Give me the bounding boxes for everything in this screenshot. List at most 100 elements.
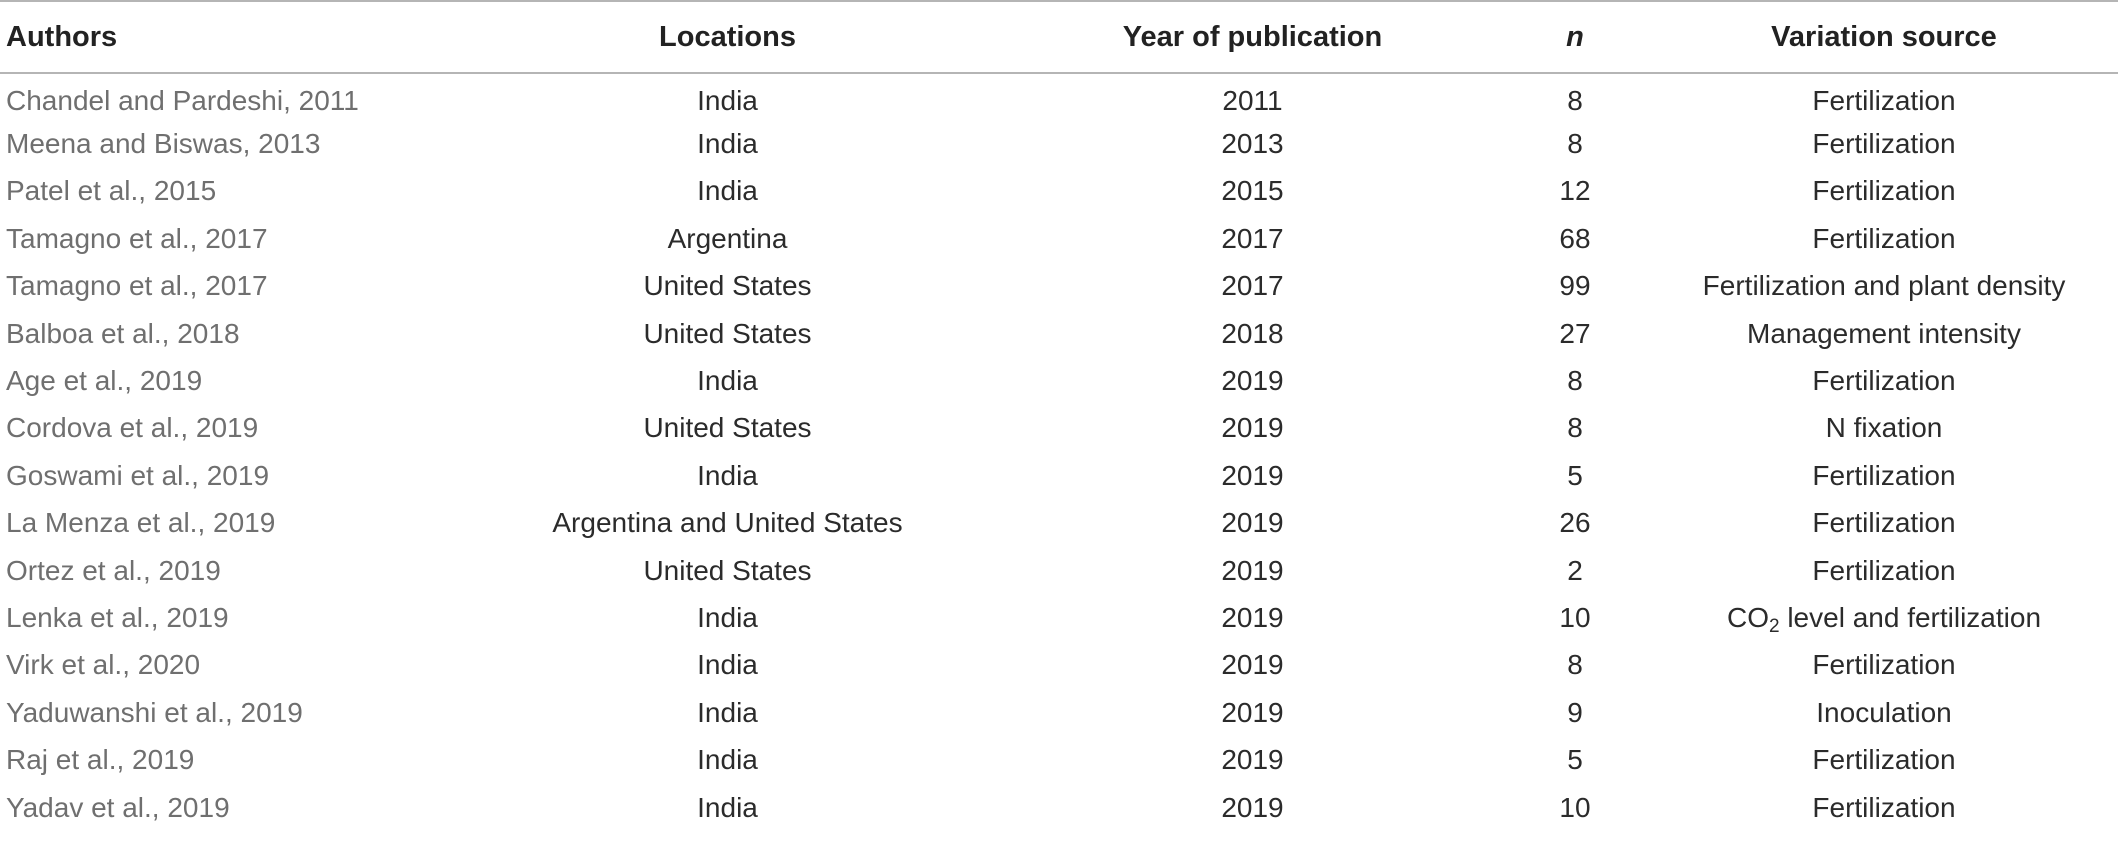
table-row: Age et al., 2019 India 2019 8 Fertilizat…: [0, 357, 2118, 404]
cell-author: Meena and Biswas, 2013: [6, 128, 321, 160]
cell-n: 12: [1559, 175, 1591, 207]
cell-year: 2013: [1221, 128, 1284, 160]
table-row: Balboa et al., 2018 United States 2018 2…: [0, 310, 2118, 357]
cell-author: Ortez et al., 2019: [6, 554, 221, 586]
table-header: Authors Locations Year of publication n …: [0, 0, 2118, 74]
cell-year: 2011: [1222, 85, 1283, 117]
cell-year: 2019: [1221, 791, 1284, 823]
cell-variation: N fixation: [1825, 412, 1943, 444]
cell-location: United States: [643, 317, 812, 349]
cell-variation: Fertilization: [1812, 222, 1956, 254]
cell-location: India: [697, 85, 758, 117]
header-variation-source: Variation source: [1650, 0, 2118, 74]
cell-n: 8: [1567, 412, 1583, 444]
studies-table-container: Authors Locations Year of publication n …: [0, 0, 2118, 831]
cell-variation: Fertilization: [1812, 175, 1956, 207]
header-locations: Locations: [450, 0, 1005, 74]
table-row: Meena and Biswas, 2013 India 2013 8 Fert…: [0, 120, 2118, 167]
cell-year: 2019: [1221, 744, 1284, 776]
table-row: La Menza et al., 2019 Argentina and Unit…: [0, 500, 2118, 547]
cell-n: 68: [1559, 222, 1591, 254]
cell-year: 2017: [1221, 222, 1284, 254]
cell-location: India: [697, 459, 758, 491]
cell-variation: Fertilization: [1812, 649, 1956, 681]
cell-author: Patel et al., 2015: [6, 175, 217, 207]
cell-year: 2019: [1221, 696, 1284, 728]
cell-variation: Inoculation: [1816, 696, 1952, 728]
cell-author: Tamagno et al., 2017: [6, 222, 268, 254]
cell-location: India: [697, 128, 758, 160]
header-year: Year of publication: [1005, 0, 1500, 74]
table-row: Tamagno et al., 2017 United States 2017 …: [0, 263, 2118, 310]
cell-author: Cordova et al., 2019: [6, 412, 259, 444]
table-row: Raj et al., 2019 India 2019 5 Fertilizat…: [0, 736, 2118, 783]
cell-location: Argentina: [667, 222, 788, 254]
cell-location: India: [697, 649, 758, 681]
header-n: n: [1500, 0, 1650, 74]
cell-variation: Fertilization and plant density: [1702, 270, 2066, 302]
table-row: Goswami et al., 2019 India 2019 5 Fertil…: [0, 452, 2118, 499]
cell-author: Virk et al., 2020: [6, 649, 201, 681]
cell-location: United States: [643, 554, 812, 586]
cell-variation: Fertilization: [1812, 554, 1956, 586]
table-row: Yaduwanshi et al., 2019 India 2019 9 Ino…: [0, 689, 2118, 736]
header-row: Authors Locations Year of publication n …: [0, 0, 2118, 74]
cell-year: 2019: [1221, 507, 1284, 539]
cell-author: Age et al., 2019: [6, 365, 203, 397]
cell-year: 2019: [1221, 601, 1284, 633]
table-row: Patel et al., 2015 India 2015 12 Fertili…: [0, 168, 2118, 215]
cell-year: 2017: [1221, 270, 1284, 302]
cell-location: India: [697, 175, 758, 207]
cell-author: Yadav et al., 2019: [6, 791, 230, 823]
cell-variation: CO2 level and fertilization: [1650, 594, 2118, 641]
studies-table: Authors Locations Year of publication n …: [0, 0, 2118, 831]
cell-year: 2018: [1221, 317, 1284, 349]
cell-n: 5: [1567, 459, 1583, 491]
cell-n: 27: [1559, 317, 1591, 349]
table-body: Chandel and Pardeshi, 2011 India 2011 8 …: [0, 73, 2118, 831]
cell-author: Lenka et al., 2019: [6, 601, 229, 633]
cell-variation: Fertilization: [1812, 85, 1956, 117]
cell-n: 10: [1559, 791, 1591, 823]
cell-n: 8: [1567, 365, 1583, 397]
cell-variation: Fertilization: [1812, 791, 1956, 823]
cell-author: La Menza et al., 2019: [6, 507, 276, 539]
cell-author: Chandel and Pardeshi, 2011: [6, 85, 359, 117]
cell-location: India: [697, 601, 758, 633]
cell-variation: Fertilization: [1812, 128, 1956, 160]
cell-location: India: [697, 365, 758, 397]
cell-year: 2019: [1221, 459, 1284, 491]
cell-author: Balboa et al., 2018: [6, 317, 240, 349]
cell-location: India: [697, 791, 758, 823]
cell-location: United States: [643, 270, 812, 302]
cell-year: 2019: [1221, 554, 1284, 586]
variation-prefix: CO: [1726, 601, 1769, 633]
cell-variation: Fertilization: [1812, 744, 1956, 776]
table-row: Yadav et al., 2019 India 2019 10 Fertili…: [0, 784, 2118, 831]
cell-location: United States: [643, 412, 812, 444]
cell-location: India: [697, 696, 758, 728]
cell-year: 2019: [1221, 365, 1284, 397]
cell-n: 2: [1567, 554, 1583, 586]
header-authors: Authors: [0, 0, 450, 74]
cell-n: 99: [1559, 270, 1591, 302]
cell-location: India: [697, 744, 758, 776]
cell-year: 2019: [1221, 649, 1284, 681]
table-row: Cordova et al., 2019 United States 2019 …: [0, 405, 2118, 452]
cell-year: 2019: [1221, 412, 1284, 444]
cell-n: 8: [1567, 649, 1583, 681]
cell-variation: Fertilization: [1812, 459, 1956, 491]
cell-n: 8: [1567, 128, 1583, 160]
cell-year: 2015: [1221, 175, 1284, 207]
cell-author: Yaduwanshi et al., 2019: [6, 696, 303, 728]
cell-n: 5: [1567, 744, 1583, 776]
variation-suffix: level and fertilization: [1779, 601, 2042, 633]
cell-variation: Fertilization: [1812, 507, 1956, 539]
cell-variation: Management intensity: [1747, 317, 2021, 349]
cell-location: Argentina and United States: [552, 507, 903, 539]
table-row: Tamagno et al., 2017 Argentina 2017 68 F…: [0, 215, 2118, 262]
table-row: Lenka et al., 2019 India 2019 10 CO2 lev…: [0, 594, 2118, 641]
cell-author: Tamagno et al., 2017: [6, 270, 268, 302]
table-row: Virk et al., 2020 India 2019 8 Fertiliza…: [0, 642, 2118, 689]
variation-subscript: 2: [1768, 615, 1780, 637]
